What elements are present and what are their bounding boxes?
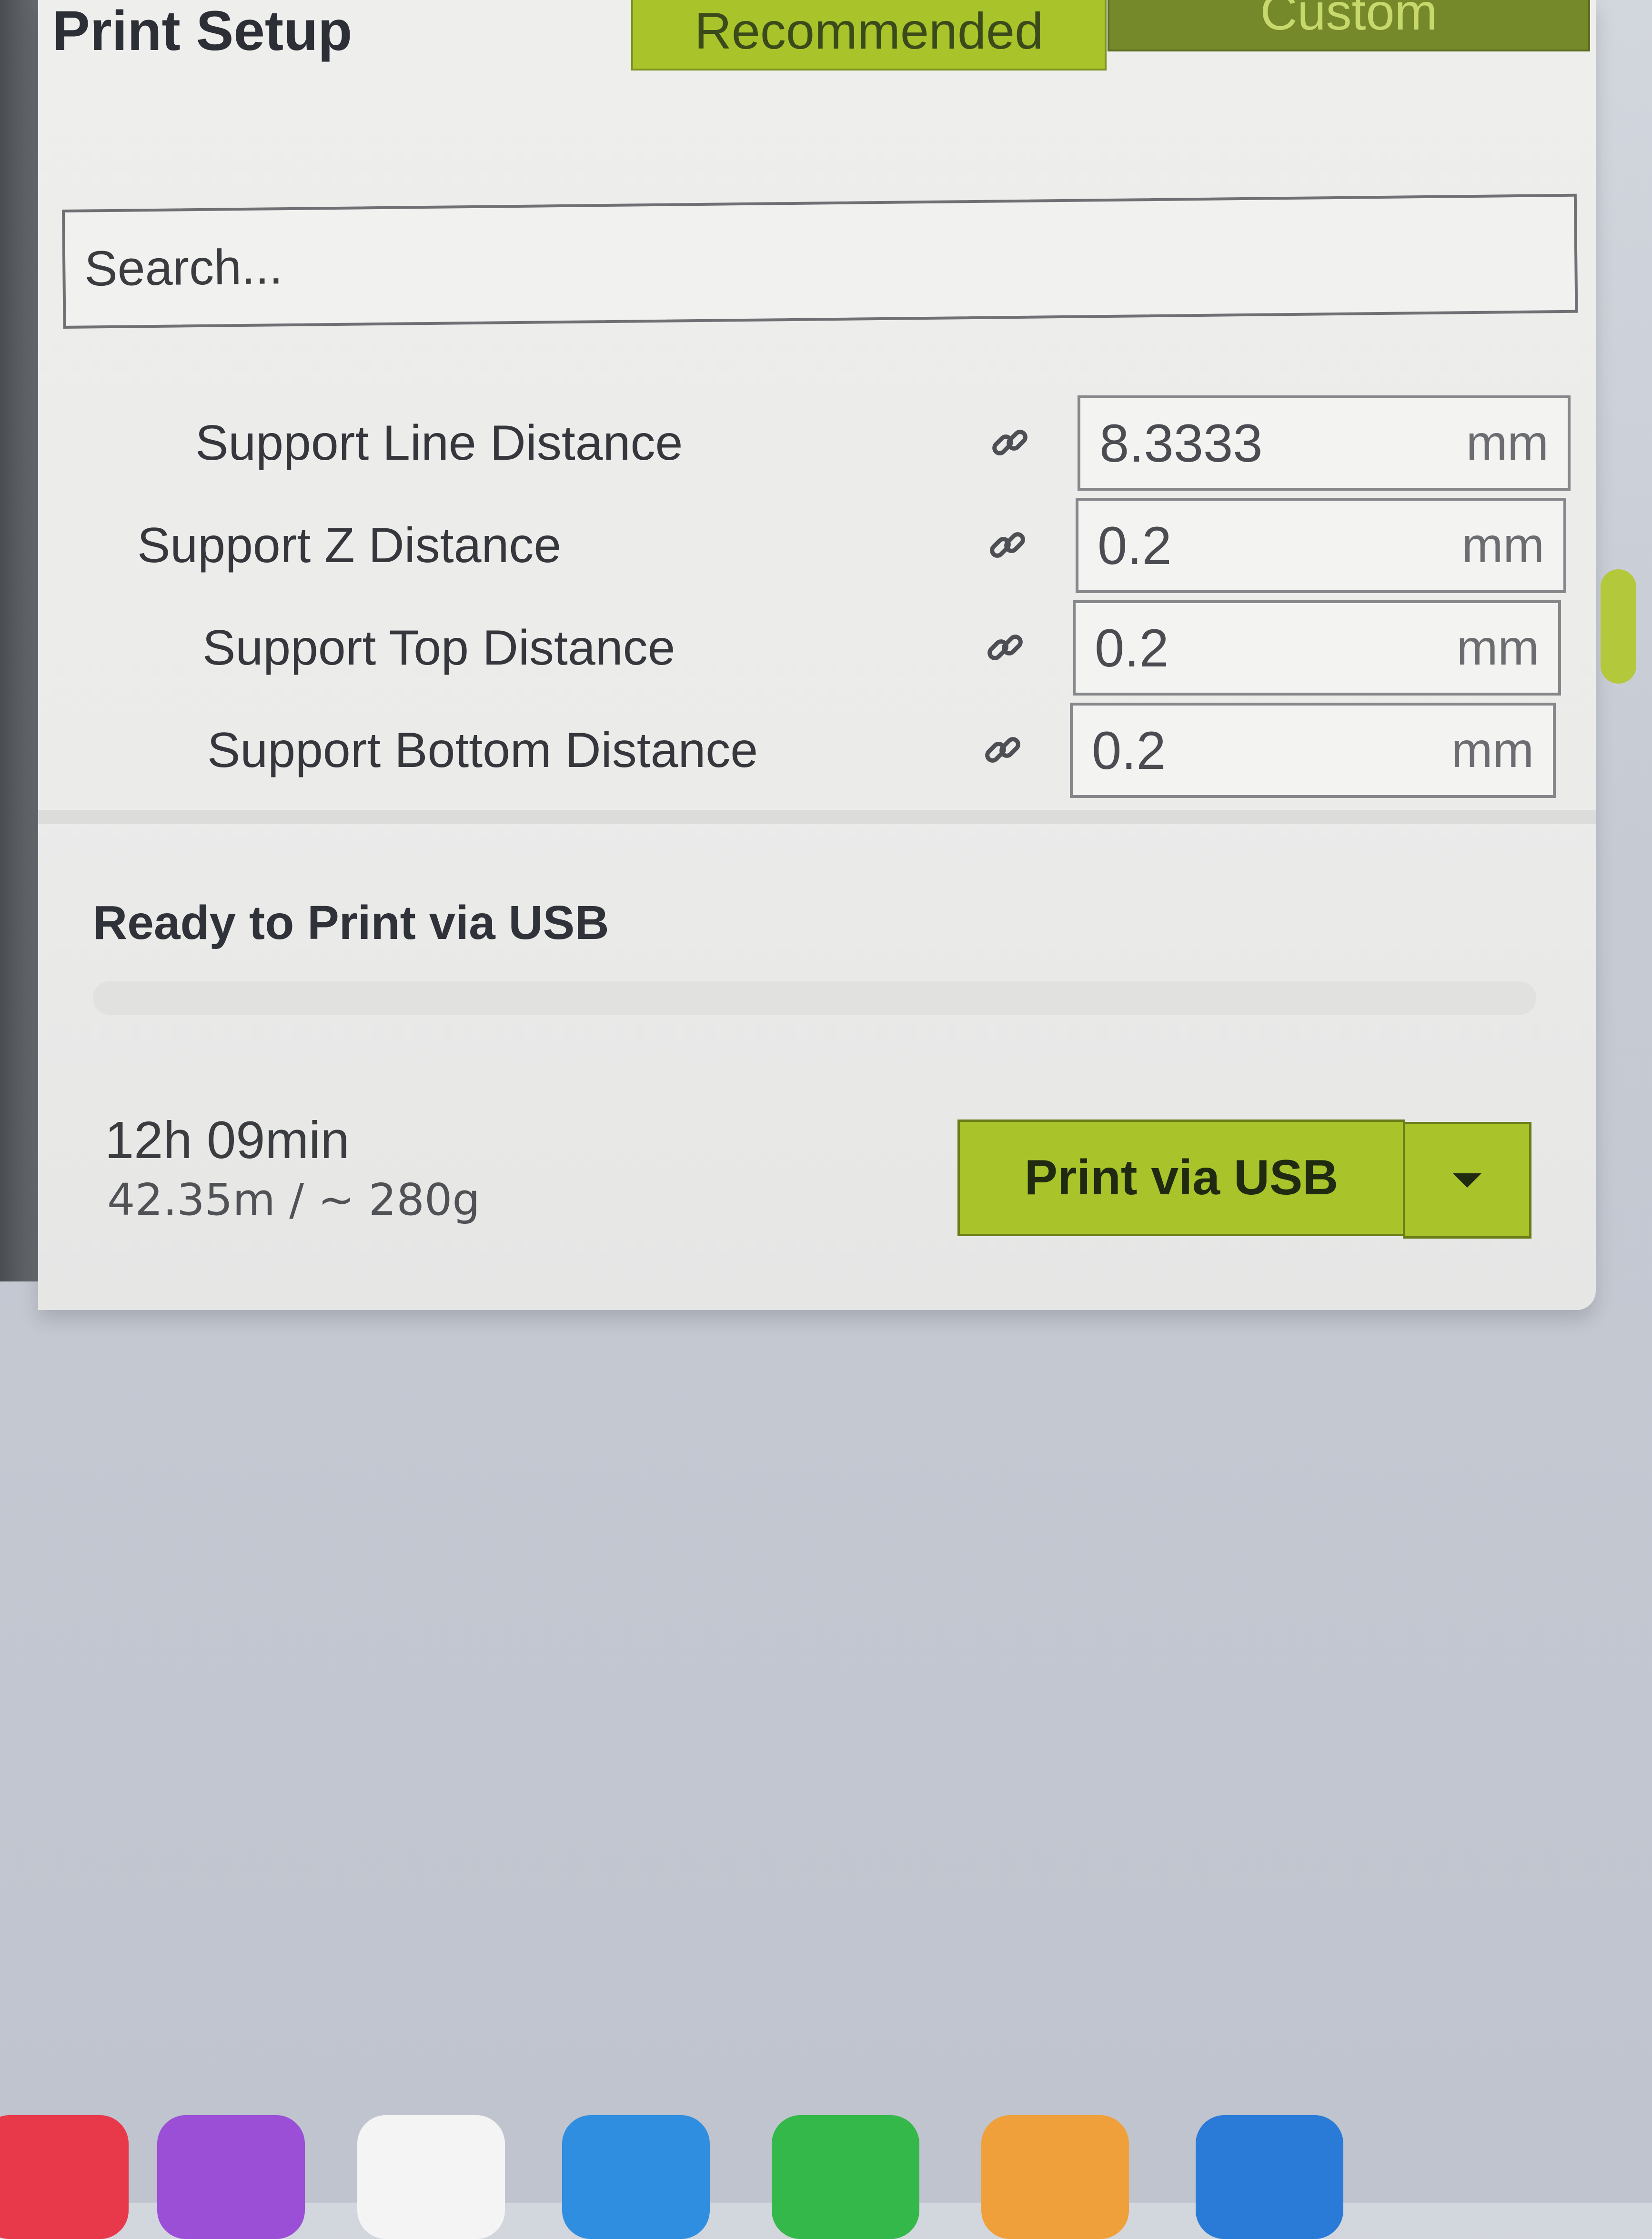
podcasts-icon[interactable] xyxy=(157,2115,305,2239)
news-icon[interactable] xyxy=(357,2115,505,2239)
link-icon[interactable] xyxy=(988,422,1031,464)
support-top-distance-field[interactable]: 0.2 mm xyxy=(1073,600,1561,696)
field-unit: mm xyxy=(1451,722,1534,778)
field-unit: mm xyxy=(1456,620,1539,676)
print-options-dropdown[interactable] xyxy=(1403,1122,1531,1239)
section-divider xyxy=(38,810,1596,824)
music-icon[interactable] xyxy=(0,2115,129,2239)
search-input[interactable] xyxy=(65,196,1575,326)
pages-icon[interactable] xyxy=(981,2115,1129,2239)
setting-label: Support Top Distance xyxy=(202,620,675,676)
link-icon[interactable] xyxy=(981,729,1024,772)
print-status: Ready to Print via USB xyxy=(93,896,609,949)
keynote-icon[interactable] xyxy=(562,2115,710,2239)
setting-row-support-bottom-distance: Support Bottom Distance 0.2 mm xyxy=(0,703,1572,798)
link-icon[interactable] xyxy=(986,524,1029,567)
search-field[interactable] xyxy=(62,193,1578,329)
page-title: Print Setup xyxy=(52,0,353,62)
print-via-usb-button[interactable]: Print via USB xyxy=(957,1120,1405,1236)
field-value: 0.2 xyxy=(1092,720,1166,780)
dock xyxy=(0,2096,1652,2239)
support-bottom-distance-field[interactable]: 0.2 mm xyxy=(1070,703,1556,798)
support-z-distance-field[interactable]: 0.2 mm xyxy=(1076,498,1566,593)
field-unit: mm xyxy=(1461,517,1544,573)
setting-row-support-top-distance: Support Top Distance 0.2 mm xyxy=(0,600,1572,696)
setting-row-support-z-distance: Support Z Distance 0.2 mm xyxy=(0,498,1572,593)
support-line-distance-field[interactable]: 8.3333 mm xyxy=(1078,395,1571,491)
tab-recommended[interactable]: Recommended xyxy=(631,0,1107,71)
link-icon[interactable] xyxy=(984,626,1027,669)
app-store-icon[interactable] xyxy=(1196,2115,1343,2239)
field-value: 8.3333 xyxy=(1099,413,1263,473)
field-value: 0.2 xyxy=(1098,515,1172,575)
field-value: 0.2 xyxy=(1095,618,1169,678)
progress-bar xyxy=(93,981,1536,1015)
tab-custom[interactable]: Custom xyxy=(1108,0,1590,51)
setting-label: Support Line Distance xyxy=(195,415,683,471)
setting-label: Support Bottom Distance xyxy=(207,723,758,778)
setting-row-support-line-distance: Support Line Distance 8.3333 mm xyxy=(0,395,1572,491)
material-estimate: 42.35m / ~ 280g xyxy=(107,1174,480,1225)
scrollbar-handle[interactable] xyxy=(1601,569,1636,684)
print-time-estimate: 12h 09min xyxy=(105,1111,350,1170)
chevron-down-icon xyxy=(1453,1173,1481,1188)
setting-label: Support Z Distance xyxy=(137,518,562,573)
field-unit: mm xyxy=(1466,415,1549,471)
numbers-icon[interactable] xyxy=(772,2115,919,2239)
